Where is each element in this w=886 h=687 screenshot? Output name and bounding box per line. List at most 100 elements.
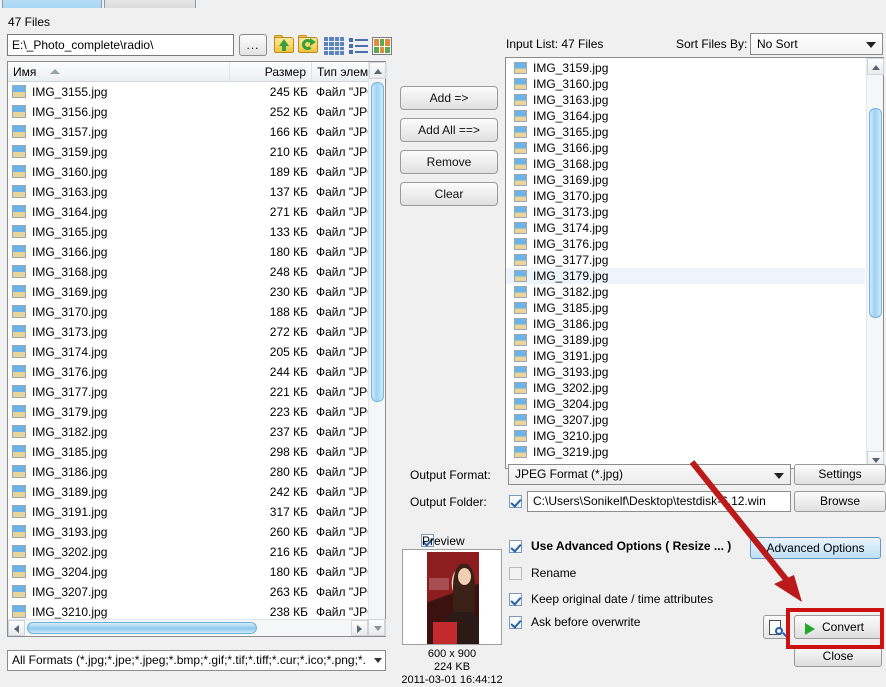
scroll-thumb[interactable] bbox=[371, 82, 384, 402]
input-file-list[interactable]: IMG_3159.jpg IMG_3160.jpg IMG_3163.jpg IMG_… bbox=[505, 57, 884, 469]
input-file-name: IMG_3189.jpg bbox=[533, 333, 609, 347]
hscroll-thumb[interactable] bbox=[27, 622, 257, 634]
list-item[interactable]: IMG_3163.jpg bbox=[506, 92, 865, 108]
table-row[interactable]: IMG_3182.jpg 237 КБ Файл "JPG" bbox=[8, 422, 370, 442]
checkbox[interactable] bbox=[509, 567, 522, 580]
list-item[interactable]: IMG_3182.jpg bbox=[506, 284, 865, 300]
list-item[interactable]: IMG_3177.jpg bbox=[506, 252, 865, 268]
table-row[interactable]: IMG_3207.jpg 263 КБ Файл "JPG" bbox=[8, 582, 370, 602]
table-row[interactable]: IMG_3186.jpg 280 КБ Файл "JPG" bbox=[8, 462, 370, 482]
column-header-size[interactable]: Размер bbox=[230, 62, 312, 82]
list-item[interactable]: IMG_3202.jpg bbox=[506, 380, 865, 396]
table-row[interactable]: IMG_3160.jpg 189 КБ Файл "JPG" bbox=[8, 162, 370, 182]
scroll-up-button[interactable] bbox=[867, 58, 884, 75]
list-item[interactable]: IMG_3176.jpg bbox=[506, 236, 865, 252]
scroll-right-button[interactable] bbox=[351, 620, 368, 636]
add-button[interactable]: Add => bbox=[400, 86, 498, 110]
table-row[interactable]: IMG_3191.jpg 317 КБ Файл "JPG" bbox=[8, 502, 370, 522]
file-list-vscrollbar[interactable] bbox=[368, 62, 386, 636]
table-row[interactable]: IMG_3176.jpg 244 КБ Файл "JPG" bbox=[8, 362, 370, 382]
sort-files-by-select[interactable]: No Sort bbox=[750, 33, 883, 55]
folder-path-input[interactable]: E:\_Photo_complete\radio\ bbox=[7, 34, 234, 56]
tab-batch-convert[interactable]: Batch Convert bbox=[2, 0, 102, 8]
list-item[interactable]: IMG_3186.jpg bbox=[506, 316, 865, 332]
list-item[interactable]: IMG_3185.jpg bbox=[506, 300, 865, 316]
table-row[interactable]: IMG_3165.jpg 133 КБ Файл "JPG" bbox=[8, 222, 370, 242]
folder-up-icon[interactable] bbox=[274, 34, 296, 56]
list-item[interactable]: IMG_3179.jpg bbox=[506, 268, 865, 284]
tab-batch-rename[interactable]: Batch Rename bbox=[104, 0, 196, 8]
table-row[interactable]: IMG_3189.jpg 242 КБ Файл "JPG" bbox=[8, 482, 370, 502]
list-item[interactable]: IMG_3193.jpg bbox=[506, 364, 865, 380]
list-item[interactable]: IMG_3165.jpg bbox=[506, 124, 865, 140]
table-row[interactable]: IMG_3155.jpg 245 КБ Файл "JPG" bbox=[8, 82, 370, 102]
browse-output-folder-button[interactable]: Browse bbox=[794, 491, 886, 512]
table-row[interactable]: IMG_3174.jpg 205 КБ Файл "JPG" bbox=[8, 342, 370, 362]
clear-button[interactable]: Clear bbox=[400, 182, 498, 206]
checkbox[interactable] bbox=[509, 616, 522, 629]
view-list-icon[interactable] bbox=[349, 34, 371, 56]
table-row[interactable]: IMG_3193.jpg 260 КБ Файл "JPG" bbox=[8, 522, 370, 542]
list-item[interactable]: IMG_3219.jpg bbox=[506, 444, 865, 460]
list-item[interactable]: IMG_3173.jpg bbox=[506, 204, 865, 220]
table-row[interactable]: IMG_3166.jpg 180 КБ Файл "JPG" bbox=[8, 242, 370, 262]
table-row[interactable]: IMG_3202.jpg 216 КБ Файл "JPG" bbox=[8, 542, 370, 562]
list-item[interactable]: IMG_3166.jpg bbox=[506, 140, 865, 156]
option-ask-before-overwrite[interactable]: Ask before overwrite bbox=[509, 615, 640, 632]
close-button[interactable]: Close bbox=[794, 645, 882, 667]
output-folder-checkbox[interactable] bbox=[509, 495, 522, 508]
option-use-advanced-options[interactable]: Use Advanced Options ( Resize ... ) bbox=[509, 539, 731, 556]
list-item[interactable]: IMG_3170.jpg bbox=[506, 188, 865, 204]
table-row[interactable]: IMG_3164.jpg 271 КБ Файл "JPG" bbox=[8, 202, 370, 222]
table-row[interactable]: IMG_3156.jpg 252 КБ Файл "JPG" bbox=[8, 102, 370, 122]
table-row[interactable]: IMG_3179.jpg 223 КБ Файл "JPG" bbox=[8, 402, 370, 422]
table-row[interactable]: IMG_3210.jpg 238 КБ Файл "JPG" bbox=[8, 602, 370, 619]
list-item[interactable]: IMG_3189.jpg bbox=[506, 332, 865, 348]
remove-button[interactable]: Remove bbox=[400, 150, 498, 174]
table-row[interactable]: IMG_3157.jpg 166 КБ Файл "JPG" bbox=[8, 122, 370, 142]
view-details-icon[interactable] bbox=[324, 34, 346, 56]
table-row[interactable]: IMG_3185.jpg 298 КБ Файл "JPG" bbox=[8, 442, 370, 462]
list-item[interactable]: IMG_3174.jpg bbox=[506, 220, 865, 236]
table-row[interactable]: IMG_3204.jpg 180 КБ Файл "JPG" bbox=[8, 562, 370, 582]
list-item[interactable]: IMG_3207.jpg bbox=[506, 412, 865, 428]
list-item[interactable]: IMG_3191.jpg bbox=[506, 348, 865, 364]
advanced-options-button[interactable]: Advanced Options bbox=[750, 537, 881, 559]
list-item[interactable]: IMG_3169.jpg bbox=[506, 172, 865, 188]
checkbox[interactable] bbox=[509, 593, 522, 606]
table-row[interactable]: IMG_3169.jpg 230 КБ Файл "JPG" bbox=[8, 282, 370, 302]
browse-folder-button[interactable]: ... bbox=[239, 34, 267, 56]
format-filter-select[interactable]: All Formats (*.jpg;*.jpe;*.jpeg;*.bmp;*.… bbox=[7, 650, 386, 671]
convert-button[interactable]: Convert bbox=[794, 615, 882, 639]
table-row[interactable]: IMG_3177.jpg 221 КБ Файл "JPG" bbox=[8, 382, 370, 402]
table-row[interactable]: IMG_3159.jpg 210 КБ Файл "JPG" bbox=[8, 142, 370, 162]
settings-button[interactable]: Settings bbox=[794, 464, 886, 485]
list-item[interactable]: IMG_3204.jpg bbox=[506, 396, 865, 412]
table-row[interactable]: IMG_3168.jpg 248 КБ Файл "JPG" bbox=[8, 262, 370, 282]
scroll-up-button[interactable] bbox=[369, 62, 386, 79]
preview-button[interactable] bbox=[763, 615, 789, 639]
input-list-vscrollbar[interactable] bbox=[866, 58, 884, 468]
table-row[interactable]: IMG_3173.jpg 272 КБ Файл "JPG" bbox=[8, 322, 370, 342]
scroll-thumb[interactable] bbox=[869, 108, 882, 318]
folder-refresh-icon[interactable] bbox=[298, 34, 320, 56]
table-row[interactable]: IMG_3170.jpg 188 КБ Файл "JPG" bbox=[8, 302, 370, 322]
table-row[interactable]: IMG_3163.jpg 137 КБ Файл "JPG" bbox=[8, 182, 370, 202]
scroll-left-button[interactable] bbox=[8, 620, 25, 636]
output-format-select[interactable]: JPEG Format (*.jpg) bbox=[508, 464, 791, 485]
view-thumbnails-icon[interactable] bbox=[372, 34, 394, 56]
option-keep-original-date[interactable]: Keep original date / time attributes bbox=[509, 592, 713, 609]
column-header-name[interactable]: Имя bbox=[8, 62, 230, 82]
add-all-button[interactable]: Add All ==> bbox=[400, 118, 498, 142]
file-list[interactable]: Имя Размер Тип элемент IMG_3155.jpg 245 К… bbox=[7, 61, 387, 637]
list-item[interactable]: IMG_3210.jpg bbox=[506, 428, 865, 444]
option-rename[interactable]: Rename bbox=[509, 566, 576, 583]
file-type: Файл "JPG" bbox=[316, 465, 370, 479]
list-item[interactable]: IMG_3160.jpg bbox=[506, 76, 865, 92]
list-item[interactable]: IMG_3168.jpg bbox=[506, 156, 865, 172]
list-item[interactable]: IMG_3159.jpg bbox=[506, 60, 865, 76]
file-list-hscrollbar[interactable] bbox=[8, 619, 368, 636]
output-folder-input[interactable]: C:\Users\Sonikelf\Desktop\testdisk-6.12.… bbox=[527, 491, 791, 512]
list-item[interactable]: IMG_3164.jpg bbox=[506, 108, 865, 124]
checkbox[interactable] bbox=[509, 540, 522, 553]
